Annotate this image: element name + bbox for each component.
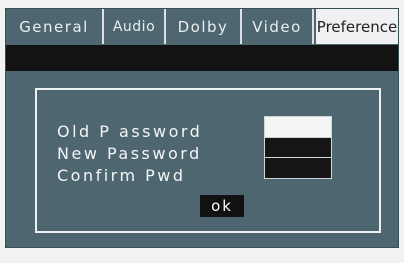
old-password-field[interactable]: [264, 116, 332, 138]
tab-audio[interactable]: Audio: [104, 9, 166, 44]
password-dialog: Old P assword New Password Confirm Pwd o…: [35, 88, 381, 233]
new-password-label: New Password: [57, 144, 202, 163]
password-labels: Old P assword New Password Confirm Pwd: [57, 121, 202, 187]
tab-preference[interactable]: Preference: [316, 9, 398, 44]
confirm-pwd-label: Confirm Pwd: [57, 166, 186, 185]
tab-video[interactable]: Video: [242, 9, 314, 44]
ok-button[interactable]: ok: [200, 195, 244, 217]
old-password-label: Old P assword: [57, 122, 203, 141]
tab-dolby[interactable]: Dolby: [166, 9, 242, 44]
tab-bar: General Audio Dolby Video Preference: [6, 9, 398, 44]
confirm-pwd-field[interactable]: [264, 157, 332, 179]
new-password-field[interactable]: [264, 137, 332, 158]
info-bar: [6, 45, 398, 71]
tab-general[interactable]: General: [6, 9, 104, 44]
settings-window: General Audio Dolby Video Preference Old…: [5, 8, 399, 248]
